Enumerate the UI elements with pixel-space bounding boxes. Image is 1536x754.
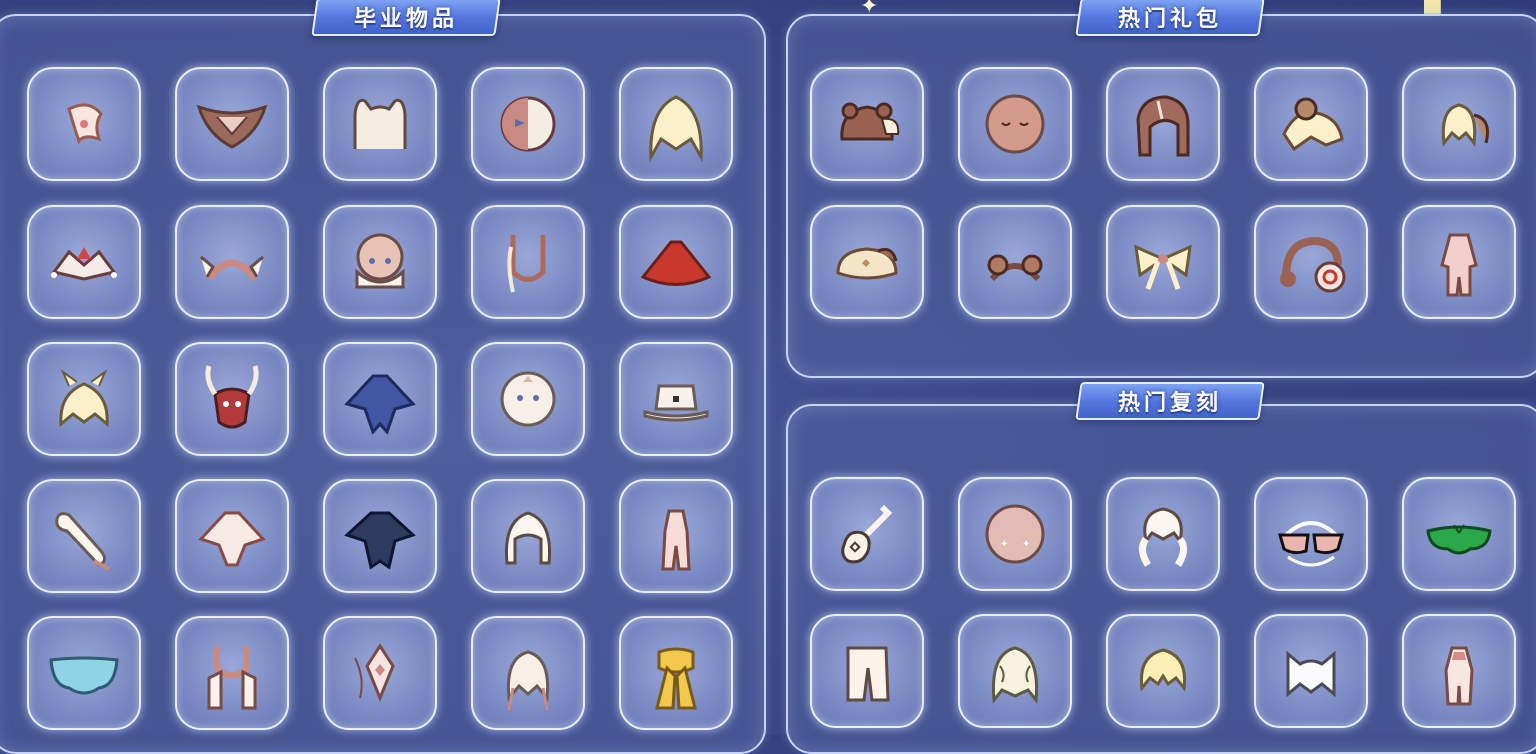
- feathered-hair-icon: [506, 650, 550, 711]
- item-slot[interactable]: [471, 479, 585, 593]
- item-slot[interactable]: [1402, 614, 1516, 728]
- white-trumpet-icon: [55, 512, 110, 571]
- item-slot[interactable]: [175, 342, 289, 456]
- white-ear-headpiece-icon: [353, 98, 407, 149]
- curly-hair-icon: [991, 646, 1039, 704]
- white-hat-icon: [643, 384, 709, 422]
- white-twin-hair-icon: [1139, 507, 1187, 567]
- item-slot[interactable]: [958, 614, 1072, 728]
- hot-rerun-tab-label: 热门复刻: [1117, 391, 1222, 416]
- pink-outfit-icon: [661, 509, 691, 571]
- item-slot[interactable]: [175, 479, 289, 593]
- white-sunglasses-icon: [1278, 521, 1344, 567]
- item-slot[interactable]: [1106, 477, 1220, 591]
- item-slot[interactable]: [27, 205, 141, 319]
- graduation-tab-label: 毕业物品: [353, 7, 458, 32]
- item-slot[interactable]: [175, 616, 289, 730]
- bald-face-scarf-icon: [355, 233, 405, 289]
- item-slot[interactable]: [27, 479, 141, 593]
- item-slot[interactable]: [27, 67, 141, 181]
- item-slot[interactable]: [1254, 205, 1368, 319]
- lantern-ornament-icon: [354, 643, 395, 702]
- horned-blonde-hair-icon: [59, 369, 109, 428]
- item-slot[interactable]: [1254, 477, 1368, 591]
- item-slot[interactable]: [323, 205, 437, 319]
- item-slot[interactable]: [1106, 205, 1220, 319]
- horned-red-mask-icon: [205, 365, 259, 429]
- item-slot[interactable]: ✦ ✦: [958, 477, 1072, 591]
- item-slot[interactable]: [323, 479, 437, 593]
- svg-text:✦: ✦: [1000, 539, 1008, 550]
- flying-squirrel-icon: [1282, 97, 1344, 152]
- item-slot[interactable]: [810, 205, 924, 319]
- hot-rerun-tab[interactable]: 热门复刻: [1075, 382, 1265, 420]
- item-slot[interactable]: [619, 67, 733, 181]
- item-slot[interactable]: [810, 477, 924, 591]
- brown-wing-collar-icon: [196, 104, 268, 149]
- jester-collar-icon: [51, 247, 117, 281]
- dark-bat-cape-icon: [344, 511, 416, 570]
- item-slot[interactable]: [1254, 67, 1368, 181]
- ukulele-icon: [841, 504, 893, 564]
- item-slot[interactable]: [1254, 614, 1368, 728]
- cream-bow-icon: [1134, 244, 1192, 290]
- item-slot[interactable]: [810, 67, 924, 181]
- item-slot[interactable]: [1106, 67, 1220, 181]
- item-slot[interactable]: [958, 67, 1072, 181]
- green-leaf-cape-icon: [1426, 524, 1492, 555]
- hot-gifts-tab[interactable]: 热门礼包: [1075, 0, 1265, 36]
- item-slot[interactable]: [471, 67, 585, 181]
- pale-face-mask-icon: [500, 371, 556, 427]
- item-slot[interactable]: [471, 616, 585, 730]
- item-slot[interactable]: [175, 205, 289, 319]
- item-slot[interactable]: [323, 616, 437, 730]
- item-slot[interactable]: [1106, 614, 1220, 728]
- graduation-tab[interactable]: 毕业物品: [311, 0, 501, 36]
- pink-u-scarf-icon: [207, 646, 257, 710]
- golden-scarf-icon: [655, 647, 697, 710]
- hair-strand-necklace-icon: [507, 235, 546, 293]
- white-cat-hat-icon: [1286, 650, 1336, 698]
- beret-hat-icon: [836, 247, 898, 280]
- item-slot[interactable]: [27, 616, 141, 730]
- item-slot[interactable]: [1402, 477, 1516, 591]
- short-blonde-hair-icon: [1139, 648, 1187, 692]
- item-slot[interactable]: [323, 67, 437, 181]
- item-slot[interactable]: [1402, 67, 1516, 181]
- svg-text:✦: ✦: [1022, 539, 1030, 550]
- item-slot[interactable]: [471, 205, 585, 319]
- pigtail-hair-icon: [1441, 103, 1489, 147]
- item-slot[interactable]: [27, 342, 141, 456]
- winged-headband-icon: [200, 255, 264, 282]
- item-slot[interactable]: [810, 614, 924, 728]
- pink-hair-clip-icon: [67, 103, 103, 145]
- item-slot[interactable]: [619, 205, 733, 319]
- item-slot[interactable]: [619, 479, 733, 593]
- brown-hood-icon: [1136, 95, 1190, 157]
- item-slot[interactable]: [958, 205, 1072, 319]
- pink-tank-outfit-icon: [1444, 646, 1474, 706]
- item-slot[interactable]: [323, 342, 437, 456]
- star-cheek-face-icon: ✦ ✦: [985, 504, 1045, 564]
- white-bob-hair-icon: [504, 511, 552, 565]
- item-slot[interactable]: [471, 342, 585, 456]
- pink-pajama-outfit-icon: [1440, 233, 1478, 297]
- item-slot[interactable]: [619, 616, 733, 730]
- bear-hat-icon: [840, 102, 900, 141]
- half-mask-icon: [500, 96, 556, 152]
- red-cape-icon: [640, 240, 712, 286]
- sleepy-face-icon: [985, 94, 1045, 154]
- hot-gifts-tab-label: 热门礼包: [1117, 7, 1222, 32]
- item-slot[interactable]: [619, 342, 733, 456]
- item-slot[interactable]: [175, 67, 289, 181]
- blue-bat-cape-icon: [344, 374, 416, 435]
- blue-butterfly-cape-icon: [49, 656, 119, 695]
- item-slot[interactable]: [1402, 205, 1516, 319]
- white-pants-icon: [846, 646, 890, 702]
- brown-headphones-icon: [1280, 236, 1346, 293]
- blonde-long-hair-icon: [649, 95, 703, 163]
- bear-ear-headband-icon: [987, 254, 1043, 282]
- white-petal-cape-icon: [198, 511, 266, 567]
